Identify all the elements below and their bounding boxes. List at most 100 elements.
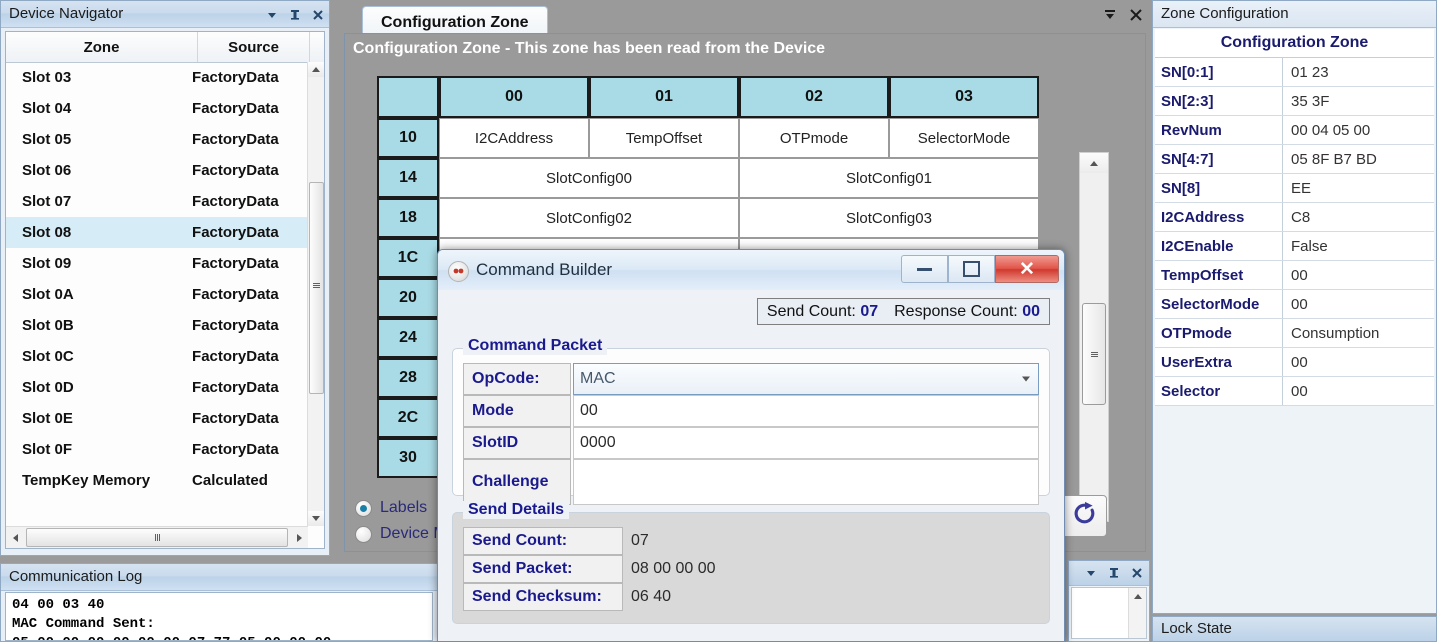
scrollbar-thumb[interactable] (1082, 303, 1106, 405)
scroll-up-arrow-icon[interactable] (308, 62, 324, 77)
table-row[interactable]: Slot 07 FactoryData (6, 186, 308, 217)
field-input[interactable] (573, 459, 1039, 505)
pin-icon[interactable] (288, 6, 302, 22)
maximize-button[interactable] (948, 255, 995, 283)
communication-log-title: Communication Log (9, 568, 143, 585)
table-row[interactable]: Slot 0F FactoryData (6, 434, 308, 465)
communication-log-text[interactable]: 04 00 03 40 MAC Command Sent: 05 00 00 00 … (5, 592, 433, 641)
table-row[interactable]: Slot 0C FactoryData (6, 341, 308, 372)
device-navigator-panel: Device Navigator Zone Source Slot 03 Fact… (0, 0, 330, 556)
table-row[interactable]: Slot 06 FactoryData (6, 155, 308, 186)
minimize-button[interactable] (901, 255, 948, 283)
send-detail-label: Send Count: (463, 527, 623, 555)
table-row[interactable]: Slot 09 FactoryData (6, 248, 308, 279)
table-row[interactable]: TempKey Memory Calculated (6, 465, 308, 496)
scroll-up-arrow-icon[interactable] (1080, 153, 1108, 173)
zone-config-row[interactable]: SN[4:7] 05 8F B7 BD (1155, 145, 1434, 174)
config-cell[interactable]: I2CAddress (439, 118, 589, 158)
config-column-header[interactable]: 01 (589, 76, 739, 118)
config-cell[interactable]: SlotConfig00 (439, 158, 739, 198)
hscrollbar-grip-icon (154, 534, 160, 541)
zone-config-row[interactable]: I2CEnable False (1155, 232, 1434, 261)
config-column-header[interactable]: 02 (739, 76, 889, 118)
device-navigator-titlebar: Device Navigator (1, 1, 329, 28)
close-icon[interactable] (1128, 6, 1142, 22)
table-row[interactable]: Slot 0D FactoryData (6, 372, 308, 403)
scroll-up-arrow-icon[interactable] (1133, 594, 1142, 599)
zone-configuration-table-title: Configuration Zone (1155, 29, 1434, 58)
zone-config-row[interactable]: SelectorMode 00 (1155, 290, 1434, 319)
scroll-right-arrow-icon[interactable] (290, 528, 308, 547)
zone-config-key: UserExtra (1155, 348, 1283, 376)
dock-title-buttons (1102, 6, 1142, 22)
zone-config-row[interactable]: SN[2:3] 35 3F (1155, 87, 1434, 116)
close-button[interactable]: ✕ (995, 255, 1059, 283)
row-zone: TempKey Memory (22, 472, 151, 489)
config-column-header[interactable]: 00 (439, 76, 589, 118)
refresh-button[interactable] (1061, 495, 1107, 537)
zone-config-row[interactable]: OTPmode Consumption (1155, 319, 1434, 348)
zone-configuration-title: Zone Configuration (1161, 5, 1289, 22)
zone-config-row[interactable]: RevNum 00 04 05 00 (1155, 116, 1434, 145)
field-input[interactable]: 0000 (573, 427, 1039, 459)
lock-state-title: Lock State (1161, 620, 1232, 637)
zone-config-row[interactable]: SN[8] EE (1155, 174, 1434, 203)
radio-icon[interactable] (355, 525, 372, 543)
column-header-zone[interactable]: Zone (6, 32, 198, 62)
tab-list-icon[interactable] (1102, 6, 1116, 22)
zone-config-row[interactable]: UserExtra 00 (1155, 348, 1434, 377)
field-input[interactable]: 00 (573, 395, 1039, 427)
hscrollbar-thumb[interactable] (26, 528, 288, 547)
close-icon[interactable] (1130, 565, 1144, 581)
command-builder-titlebar[interactable]: Command Builder ✕ (438, 250, 1064, 291)
table-row[interactable]: Slot 0E FactoryData (6, 403, 308, 434)
table-row[interactable]: Slot 04 FactoryData (6, 93, 308, 124)
table-row[interactable]: Slot 05 FactoryData (6, 124, 308, 155)
send-detail-field: Send Checksum: 06 40 (463, 583, 1039, 611)
config-cell[interactable]: OTPmode (739, 118, 889, 158)
config-column-header[interactable]: 03 (889, 76, 1039, 118)
table-row[interactable]: Slot 03 FactoryData (6, 62, 308, 93)
table-row[interactable]: Slot 0A FactoryData (6, 279, 308, 310)
send-detail-field: Send Count: 07 (463, 527, 1039, 555)
zone-config-value: False (1291, 237, 1328, 255)
table-row[interactable]: Slot 08 FactoryData (6, 217, 308, 248)
radio-icon[interactable] (355, 499, 372, 517)
pin-icon[interactable] (1107, 565, 1121, 581)
scroll-down-arrow-icon[interactable] (308, 511, 324, 526)
zone-config-row[interactable]: I2CAddress C8 (1155, 203, 1434, 232)
config-cell[interactable]: SlotConfig02 (439, 198, 739, 238)
close-icon[interactable] (311, 6, 325, 22)
scroll-left-arrow-icon[interactable] (6, 528, 24, 547)
auxiliary-vscrollbar[interactable] (1128, 588, 1146, 638)
device-navigator-hscrollbar[interactable] (6, 526, 308, 548)
device-navigator-vscrollbar[interactable] (307, 62, 324, 526)
device-navigator-rows: Slot 03 FactoryData Slot 04 FactoryData Slot… (6, 62, 308, 526)
row-zone: Slot 04 (22, 100, 72, 117)
opcode-select[interactable]: MAC (573, 363, 1039, 395)
config-row-address: 24 (377, 318, 439, 358)
row-zone: Slot 03 (22, 69, 72, 86)
response-count-status: Response Count: 00 (894, 303, 1040, 321)
zone-config-row[interactable]: SN[0:1] 01 23 (1155, 58, 1434, 87)
row-source: FactoryData (192, 286, 279, 303)
row-zone: Slot 0F (22, 441, 73, 458)
config-cell[interactable]: SlotConfig01 (739, 158, 1039, 198)
config-cell[interactable]: SelectorMode (889, 118, 1039, 158)
chevron-down-icon[interactable] (1022, 376, 1030, 382)
chevron-down-icon[interactable] (1084, 565, 1098, 581)
zone-config-row[interactable]: TempOffset 00 (1155, 261, 1434, 290)
config-cell[interactable]: TempOffset (589, 118, 739, 158)
scrollbar-thumb[interactable] (309, 182, 324, 394)
send-detail-value: 06 40 (623, 583, 1039, 611)
command-packet-field: Challenge (463, 459, 1039, 505)
table-row[interactable]: Slot 0B FactoryData (6, 310, 308, 341)
row-source: FactoryData (192, 131, 279, 148)
zone-config-row[interactable]: Selector 00 (1155, 377, 1434, 406)
config-cell[interactable]: SlotConfig03 (739, 198, 1039, 238)
column-header-source[interactable]: Source (198, 32, 310, 62)
configuration-zone-vscrollbar[interactable] (1079, 152, 1109, 522)
send-details-fields: Send Count: 07 Send Packet: 08 00 00 00 Send… (453, 513, 1049, 611)
zone-config-key: SelectorMode (1155, 290, 1283, 318)
chevron-down-icon[interactable] (265, 6, 279, 22)
